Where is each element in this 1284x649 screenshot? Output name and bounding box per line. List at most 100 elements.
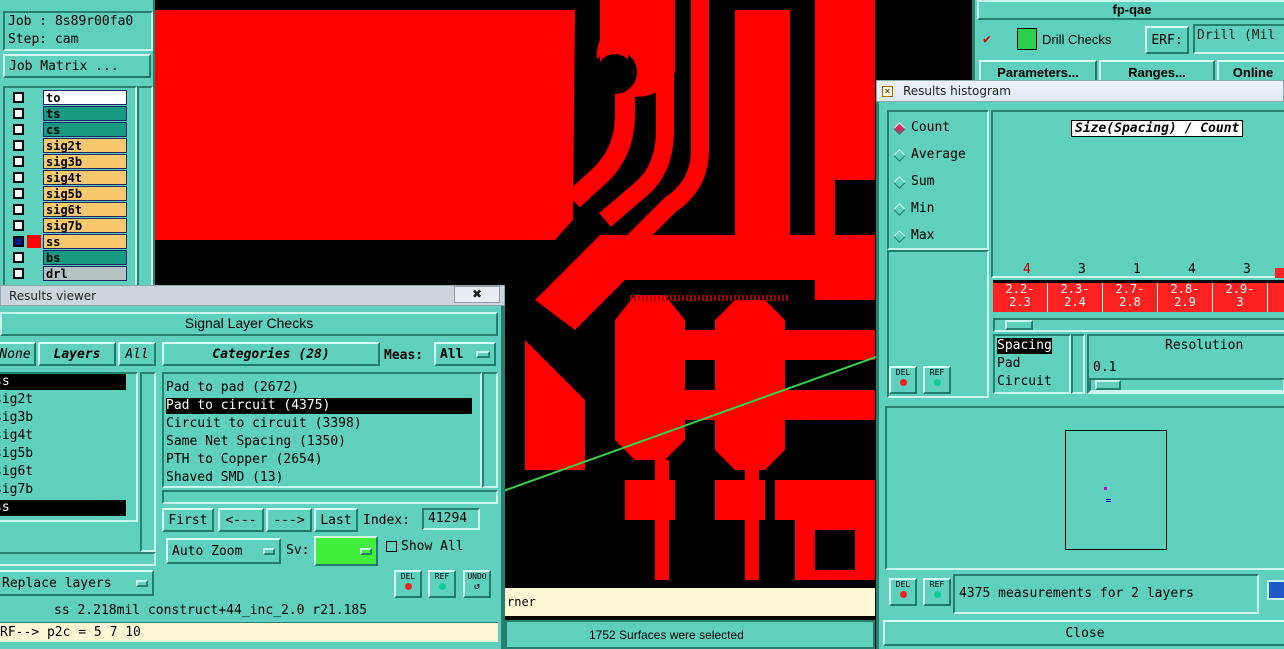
layer-scrollbar[interactable] — [137, 86, 153, 290]
erf-field[interactable]: Drill (Mil — [1193, 24, 1284, 54]
auto-zoom-dropdown[interactable]: Auto Zoom — [166, 538, 281, 564]
layer-row-sig7b[interactable]: sig7b — [7, 218, 135, 233]
layer-row-bs[interactable]: bs — [7, 250, 135, 265]
categories-button[interactable]: Categories (28) — [162, 342, 380, 366]
layer-name: sig5b — [43, 186, 127, 201]
layer-row-sig3b[interactable]: sig3b — [7, 154, 135, 169]
all-layers-button[interactable]: All — [118, 342, 156, 366]
category-hscroll[interactable] — [162, 490, 498, 504]
dropdown-icon — [136, 579, 148, 587]
undo-button[interactable]: UNDO ↺ — [463, 570, 491, 598]
layer-checkbox[interactable] — [13, 204, 24, 215]
attribute-item[interactable]: Pad — [997, 356, 1020, 372]
close-window-button[interactable]: ✖ — [454, 286, 500, 303]
close-button[interactable]: Close — [883, 620, 1284, 646]
bar-count-label: 1 — [1133, 262, 1141, 277]
histogram-bar[interactable]: 2.3- 2.4 — [1048, 283, 1103, 312]
layer-row-sig4t[interactable]: sig4t — [7, 170, 135, 185]
category-item[interactable]: Same Net Spacing (1350) — [166, 434, 472, 450]
layer-checkbox[interactable] — [13, 172, 24, 183]
result-layer-item[interactable]: sig3b — [0, 410, 126, 426]
green-dot-icon — [438, 583, 446, 590]
sv-color-dropdown[interactable] — [314, 536, 378, 566]
radio-count[interactable] — [893, 122, 906, 135]
measure-status: ss 2.218mil construct+44_inc_2.0 r21.185 — [54, 603, 368, 618]
histogram-del-button[interactable]: DEL — [889, 366, 917, 394]
layer-row-sig6t[interactable]: sig6t — [7, 202, 135, 217]
layer-row-drl[interactable]: drl — [7, 266, 135, 281]
layer-row-sig2t[interactable]: sig2t — [7, 138, 135, 153]
replace-layers-dropdown[interactable]: Replace layers — [0, 570, 154, 596]
histogram-extra-icon[interactable] — [1267, 580, 1284, 600]
layer-row-to[interactable]: to — [7, 90, 135, 105]
result-layer-item[interactable]: sig6t — [0, 464, 126, 480]
erf-button[interactable]: ERF: — [1145, 26, 1189, 54]
index-field[interactable]: 41294 — [422, 508, 480, 530]
result-layer-item[interactable]: ss — [0, 500, 126, 516]
histogram-ref-button[interactable]: REF — [923, 366, 951, 394]
histogram-titlebar[interactable]: ✕ Results histogram — [876, 80, 1284, 102]
layer-name: bs — [43, 250, 127, 265]
meas-dropdown[interactable]: All — [434, 342, 496, 366]
last-button[interactable]: Last — [314, 508, 358, 532]
attribute-scrollbar[interactable] — [1071, 334, 1085, 394]
result-layer-item[interactable]: sig4t — [0, 428, 126, 444]
layer-checkbox[interactable] — [13, 236, 24, 247]
none-button[interactable]: None — [0, 342, 36, 366]
first-button[interactable]: First — [162, 508, 214, 532]
result-layer-item[interactable]: sig5b — [0, 446, 126, 462]
layer-checkbox[interactable] — [13, 140, 24, 151]
layer-row-ss[interactable]: ss — [7, 234, 135, 249]
layer-row-ts[interactable]: ts — [7, 106, 135, 121]
layers-button[interactable]: Layers — [38, 342, 116, 366]
result-layer-item[interactable]: sig2t — [0, 392, 126, 408]
attribute-item[interactable]: Circuit — [997, 374, 1052, 390]
result-layer-item[interactable]: ss — [0, 374, 126, 390]
preview-ref-button[interactable]: REF — [923, 578, 951, 606]
layer-checkbox[interactable] — [13, 188, 24, 199]
layer-checkbox[interactable] — [13, 268, 24, 279]
result-layer-hscroll[interactable] — [0, 552, 156, 566]
histogram-bar[interactable]: 2.8- 2.9 — [1158, 283, 1213, 312]
layer-row-cs[interactable]: cs — [7, 122, 135, 137]
job-matrix-button[interactable]: Job Matrix ... — [3, 54, 151, 78]
histogram-bar[interactable]: 2.9- 3 — [1213, 283, 1268, 312]
resolution-slider[interactable] — [1089, 378, 1284, 392]
category-item[interactable]: Shaved SMD (13) — [166, 470, 472, 486]
result-layer-scrollbar[interactable] — [140, 372, 156, 552]
layer-checkbox[interactable] — [13, 108, 24, 119]
layer-checkbox[interactable] — [13, 156, 24, 167]
results-viewer-titlebar[interactable]: Results viewer ✖ — [0, 285, 505, 306]
histogram-bar[interactable]: 2.2- 2.3 — [993, 283, 1048, 312]
attribute-item[interactable]: Spacing — [997, 338, 1052, 354]
show-all-checkbox[interactable] — [386, 541, 397, 552]
preview-del-button[interactable]: DEL — [889, 578, 917, 606]
del-button[interactable]: DEL — [394, 570, 422, 598]
prev-button[interactable]: <--- — [218, 508, 264, 532]
histogram-bar[interactable]: 3 — [1268, 283, 1284, 312]
category-scrollbar[interactable] — [482, 372, 498, 488]
mode-label: Max — [911, 228, 935, 243]
layer-checkbox[interactable] — [13, 92, 24, 103]
window-icon: ✕ — [882, 86, 893, 97]
index-label: Index: — [363, 513, 410, 528]
result-layer-item[interactable]: sig7b — [0, 482, 126, 498]
layer-row-sig5b[interactable]: sig5b — [7, 186, 135, 201]
drill-checks-checkbox[interactable]: ✔ — [983, 32, 994, 47]
category-item[interactable]: Circuit to circuit (3398) — [166, 416, 472, 432]
histogram-bar[interactable]: 2.7- 2.8 — [1103, 283, 1158, 312]
category-item[interactable]: Pad to circuit (4375) — [166, 398, 472, 414]
category-item[interactable]: PTH to Copper (2654) — [166, 452, 472, 468]
next-button[interactable]: ---> — [266, 508, 312, 532]
ref-button[interactable]: REF — [428, 570, 456, 598]
layer-checkbox[interactable] — [13, 252, 24, 263]
layer-checkbox[interactable] — [13, 220, 24, 231]
category-item[interactable]: Pad to pad (2672) — [166, 380, 472, 396]
radio-sum[interactable] — [893, 176, 906, 189]
radio-min[interactable] — [893, 203, 906, 216]
mode-label: Sum — [911, 174, 935, 189]
layer-checkbox[interactable] — [13, 124, 24, 135]
radio-average[interactable] — [893, 149, 906, 162]
radio-max[interactable] — [893, 230, 906, 243]
histogram-hscroll[interactable] — [993, 318, 1284, 332]
